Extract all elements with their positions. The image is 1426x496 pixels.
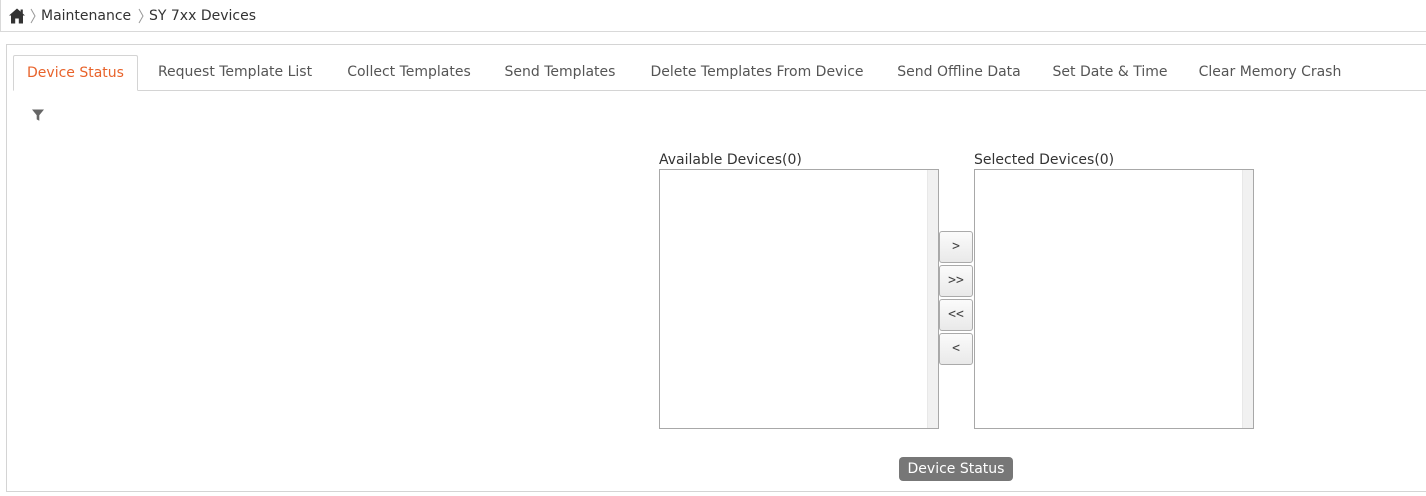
tab-set-date-time[interactable]: Set Date & Time [1051,55,1169,90]
filter-icon[interactable] [31,107,45,121]
scrollbar[interactable] [927,170,938,428]
tab-send-offline-data[interactable]: Send Offline Data [895,55,1023,90]
available-devices-list[interactable] [659,169,939,429]
breadcrumb-item-maintenance[interactable]: Maintenance [41,7,131,25]
selected-devices-list[interactable] [974,169,1254,429]
move-one-left-button[interactable]: < [939,333,973,365]
breadcrumb-item-current: SY 7xx Devices [149,8,256,24]
move-one-right-button[interactable]: > [939,231,973,263]
tab-delete-templates-from-device[interactable]: Delete Templates From Device [647,55,867,90]
available-devices-label: Available Devices(0) [659,152,802,168]
device-status-button[interactable]: Device Status [899,457,1013,481]
chevron-right-icon [138,8,144,24]
main-panel: Device Status Request Template List Coll… [6,44,1426,492]
chevron-right-icon [30,8,36,24]
tab-device-status[interactable]: Device Status [13,55,138,91]
tab-send-templates[interactable]: Send Templates [501,55,619,90]
breadcrumb: Maintenance SY 7xx Devices [0,0,1426,32]
tab-bar: Device Status Request Template List Coll… [13,55,1426,91]
scrollbar[interactable] [1242,170,1253,428]
move-all-right-button[interactable]: >> [939,265,973,297]
tab-request-template-list[interactable]: Request Template List [155,55,315,90]
move-all-left-button[interactable]: << [939,299,973,331]
selected-devices-label: Selected Devices(0) [974,152,1115,168]
tab-collect-templates[interactable]: Collect Templates [344,55,474,90]
tab-clear-memory-crash[interactable]: Clear Memory Crash [1196,55,1344,90]
home-icon[interactable] [8,7,26,25]
